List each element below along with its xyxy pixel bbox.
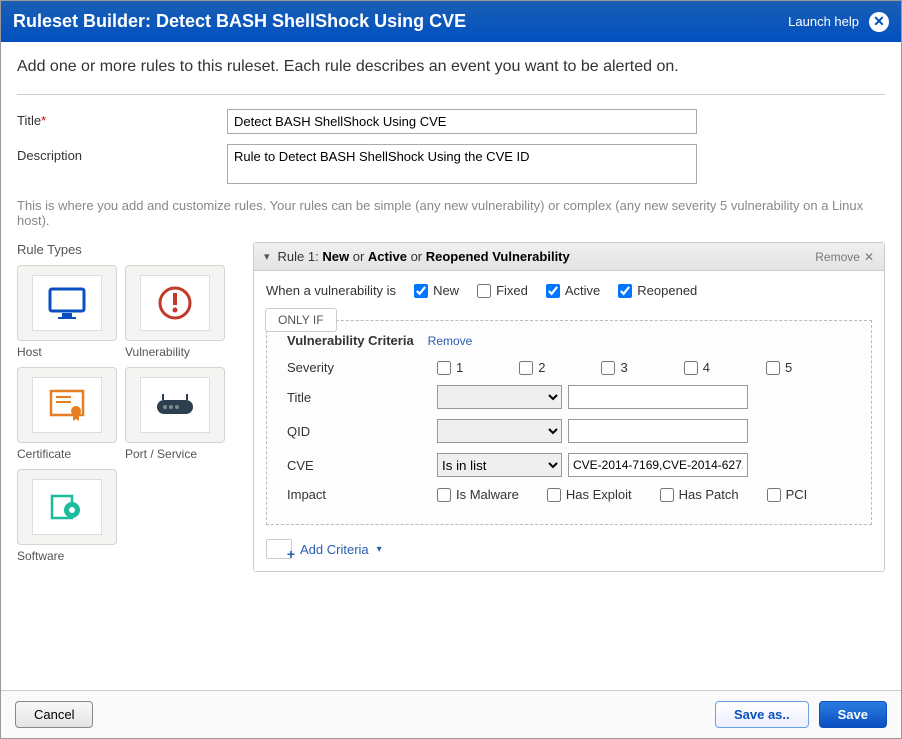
footer: Cancel Save as.. Save (1, 690, 901, 738)
close-icon[interactable]: ✕ (869, 12, 889, 32)
ruletype-label: Host (17, 345, 117, 359)
ruletype-label: Software (17, 549, 117, 563)
qid-operator-select[interactable] (437, 419, 562, 443)
title-input[interactable] (227, 109, 697, 134)
chevron-down-icon[interactable]: ▾ (264, 250, 270, 263)
ruleset-builder-window: Ruleset Builder: Detect BASH ShellShock … (0, 0, 902, 739)
router-icon (155, 392, 195, 418)
intro-text: Add one or more rules to this ruleset. E… (17, 58, 885, 76)
malware-checkbox[interactable] (437, 488, 451, 502)
sev-5-checkbox[interactable] (766, 361, 780, 375)
launch-help-link[interactable]: Launch help (788, 14, 859, 29)
patch-checkbox[interactable] (660, 488, 674, 502)
sev-3-checkbox[interactable] (601, 361, 615, 375)
fixed-checkbox[interactable] (477, 284, 491, 298)
rules-hint: This is where you add and customize rule… (17, 198, 885, 228)
ruletype-label: Port / Service (125, 447, 225, 461)
description-label: Description (17, 144, 227, 163)
active-checkbox[interactable] (546, 284, 560, 298)
remove-criteria-link[interactable]: Remove (428, 334, 473, 348)
only-if-badge: ONLY IF (265, 308, 337, 332)
cve-operator-select[interactable]: Is in list (437, 453, 562, 477)
add-criteria-icon: + (266, 539, 292, 559)
save-button[interactable]: Save (819, 701, 887, 728)
monitor-icon (48, 287, 86, 319)
title-label: Title* (17, 109, 227, 128)
chevron-down-icon: ▾ (377, 544, 382, 555)
software-icon (50, 492, 84, 522)
impact-label: Impact (287, 487, 437, 502)
rule-types-panel: Rule Types Host Vulnerability (17, 242, 235, 572)
new-checkbox[interactable] (414, 284, 428, 298)
cve-value-input[interactable] (568, 453, 748, 477)
severity-label: Severity (287, 360, 437, 375)
cancel-button[interactable]: Cancel (15, 701, 93, 728)
titlebar: Ruleset Builder: Detect BASH ShellShock … (1, 1, 901, 42)
content-area: Add one or more rules to this ruleset. E… (1, 42, 901, 690)
exploit-checkbox[interactable] (547, 488, 561, 502)
rule-panel: ▾ Rule 1: New or Active or Reopened Vuln… (253, 242, 885, 572)
cve-label: CVE (287, 458, 437, 473)
sev-4-checkbox[interactable] (684, 361, 698, 375)
when-label: When a vulnerability is (266, 283, 396, 298)
ruletype-certificate[interactable] (17, 367, 117, 443)
divider (17, 94, 885, 95)
ruletype-label: Vulnerability (125, 345, 225, 359)
ruletype-port-service[interactable] (125, 367, 225, 443)
pci-checkbox[interactable] (767, 488, 781, 502)
sev-2-checkbox[interactable] (519, 361, 533, 375)
close-icon: ✕ (864, 250, 874, 264)
ruletype-software[interactable] (17, 469, 117, 545)
certificate-icon (49, 389, 85, 421)
ruletype-label: Certificate (17, 447, 117, 461)
rule-types-title: Rule Types (17, 242, 235, 257)
add-criteria-link[interactable]: + Add Criteria ▾ (266, 539, 872, 559)
sev-1-checkbox[interactable] (437, 361, 451, 375)
ruletype-host[interactable] (17, 265, 117, 341)
rule-header: ▾ Rule 1: New or Active or Reopened Vuln… (254, 243, 884, 271)
warning-icon (157, 285, 193, 321)
title-crit-label: Title (287, 390, 437, 405)
reopened-checkbox[interactable] (618, 284, 632, 298)
description-input[interactable]: Rule to Detect BASH ShellShock Using the… (227, 144, 697, 184)
remove-rule-link[interactable]: Remove ✕ (815, 250, 874, 264)
ruletype-vulnerability[interactable] (125, 265, 225, 341)
title-operator-select[interactable] (437, 385, 562, 409)
qid-label: QID (287, 424, 437, 439)
qid-value-input[interactable] (568, 419, 748, 443)
title-value-input[interactable] (568, 385, 748, 409)
criteria-title: Vulnerability Criteria (287, 333, 414, 348)
window-title: Ruleset Builder: Detect BASH ShellShock … (13, 11, 466, 32)
save-as-button[interactable]: Save as.. (715, 701, 809, 728)
